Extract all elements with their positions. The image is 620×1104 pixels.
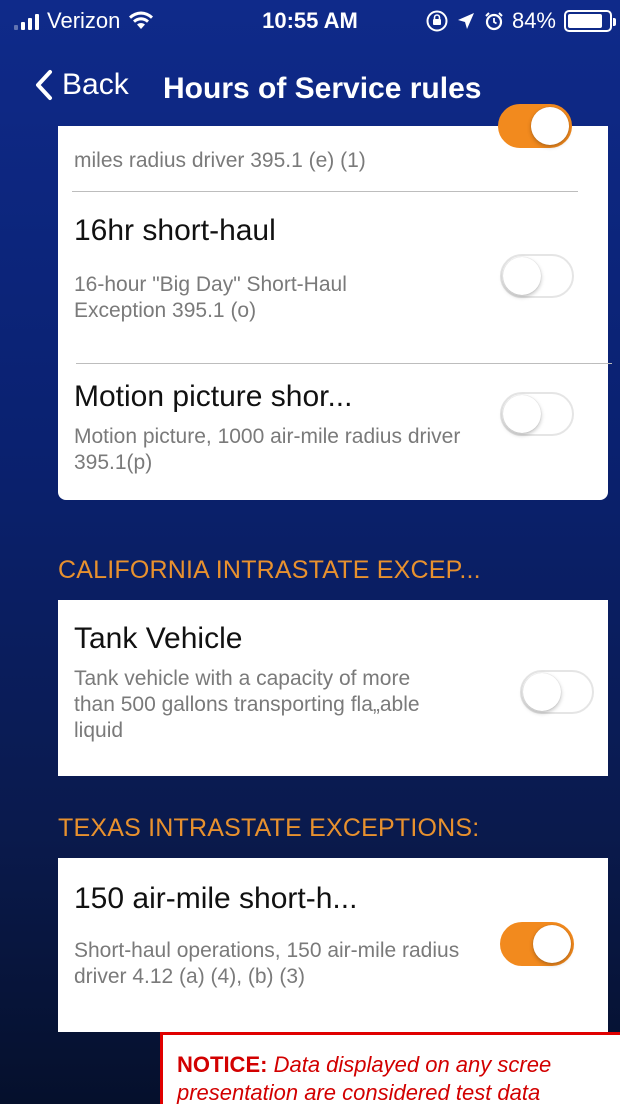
- notice-label: NOTICE:: [177, 1052, 268, 1077]
- status-bar: Verizon 10:55 AM 84%: [0, 0, 620, 44]
- rule-toggle[interactable]: [498, 104, 572, 148]
- rule-description: Short-haul operations, 150 air-mile radi…: [74, 939, 460, 988]
- california-card: Tank Vehicle Tank vehicle with a capacit…: [58, 600, 608, 776]
- notice-banner: NOTICE: Data displayed on any scree pres…: [160, 1032, 620, 1104]
- page-title: Hours of Service rules: [163, 72, 482, 105]
- texas-card: 150 air-mile short-h... Short-haul opera…: [58, 858, 608, 1032]
- notice-text-1: Data displayed on any scree: [273, 1052, 552, 1077]
- rule-description: miles radius driver 395.1 (e) (1): [74, 149, 366, 172]
- notice-line-1: NOTICE: Data displayed on any scree: [177, 1051, 617, 1079]
- toggle-knob: [503, 257, 541, 295]
- alarm-icon: [485, 12, 503, 31]
- divider: [72, 191, 578, 192]
- back-button[interactable]: Back: [34, 68, 129, 102]
- notice-text-2: presentation are considered test data: [177, 1080, 541, 1104]
- divider: [76, 363, 612, 364]
- rule-description: Tank vehicle with a capacity of more tha…: [74, 667, 420, 742]
- section-header-california: CALIFORNIA INTRASTATE EXCEP...: [58, 556, 481, 584]
- orientation-lock-icon: [426, 10, 448, 32]
- notice-line-2: presentation are considered test data: [177, 1079, 617, 1104]
- rule-title: Motion picture shor...: [74, 380, 353, 413]
- rule-toggle[interactable]: [500, 922, 574, 966]
- battery-fill: [568, 14, 602, 28]
- battery-percent: 84%: [511, 8, 556, 33]
- rule-toggle[interactable]: [500, 254, 574, 298]
- rule-title: Tank Vehicle: [74, 622, 243, 655]
- toggle-knob: [523, 673, 561, 711]
- location-arrow-icon: [457, 13, 474, 29]
- rule-description: Motion picture, 1000 air-mile radius dri…: [74, 425, 461, 474]
- toggle-knob: [531, 107, 569, 145]
- rules-card: miles radius driver 395.1 (e) (1) 16hr s…: [58, 104, 612, 500]
- rule-description: 16-hour "Big Day" Short-Haul Exception 3…: [74, 273, 347, 322]
- chevron-left-icon: [36, 70, 52, 100]
- toggle-knob: [503, 395, 541, 433]
- toggle-knob: [533, 925, 571, 963]
- rule-toggle[interactable]: [500, 392, 574, 436]
- status-right: 84%: [426, 8, 616, 34]
- rule-toggle[interactable]: [520, 670, 594, 714]
- rule-title: 16hr short-haul: [74, 214, 276, 247]
- section-header-texas: TEXAS INTRASTATE EXCEPTIONS:: [58, 814, 480, 842]
- rule-title: 150 air-mile short-h...: [74, 882, 358, 915]
- battery-icon: [564, 10, 616, 32]
- back-label: Back: [62, 68, 129, 101]
